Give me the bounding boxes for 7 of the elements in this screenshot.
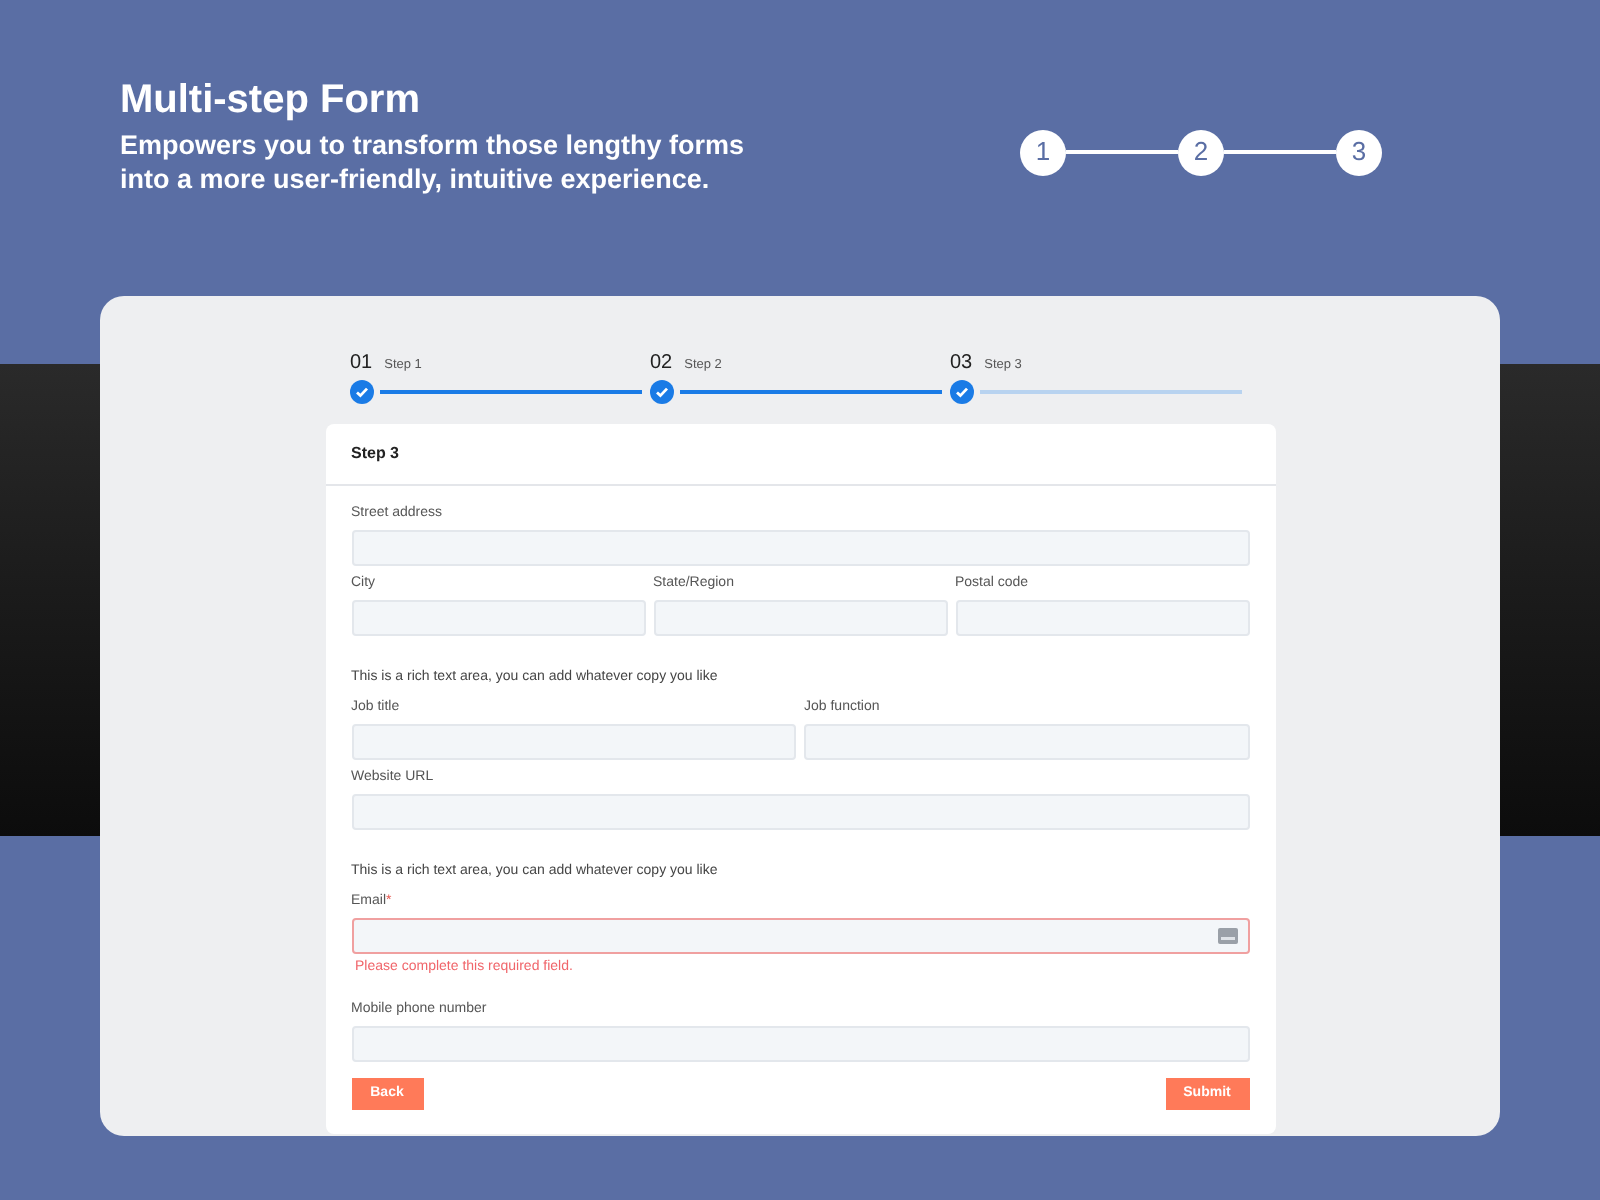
step-number: 01 (350, 350, 373, 378)
input-field[interactable] (351, 918, 1249, 954)
page-title: Multi-step Form (120, 76, 422, 124)
step-number: 02 (650, 350, 673, 378)
form-title: Step 3 (351, 442, 400, 466)
page-subtitle: Empowers you to transform those lengthy forms into a more user-friendly, intuitive experience. (120, 128, 747, 196)
step-number: 03 (950, 350, 973, 378)
